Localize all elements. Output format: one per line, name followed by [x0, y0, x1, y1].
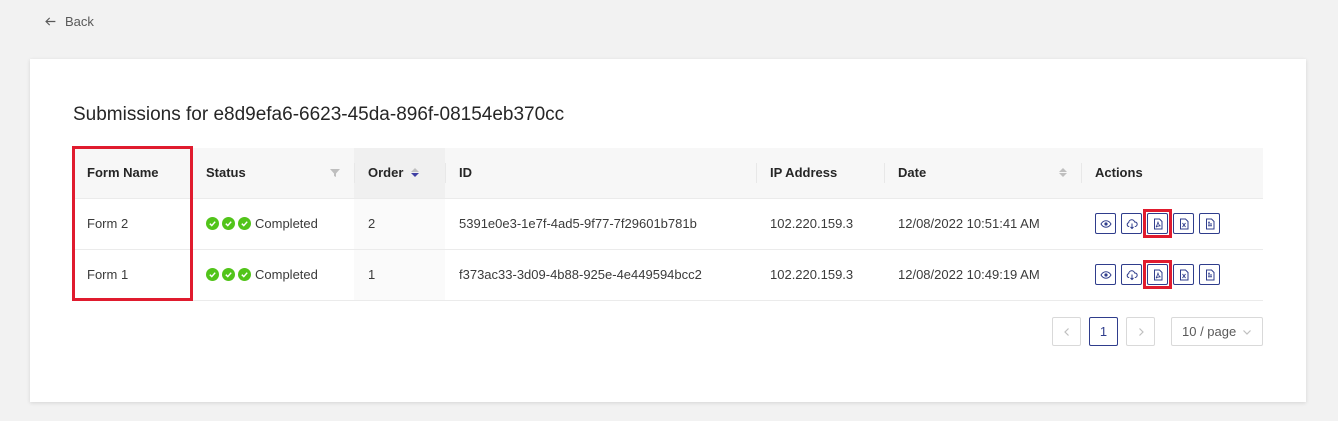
chevron-down-icon	[1243, 329, 1251, 335]
check-circle-icon	[238, 217, 251, 230]
view-button[interactable]	[1095, 213, 1116, 234]
check-circle-icon	[206, 217, 219, 230]
id-cell: f373ac33-3d09-4b88-925e-4e449594bcc2	[445, 249, 756, 301]
arrow-left-icon	[45, 17, 56, 26]
date-cell: 12/08/2022 10:51:41 AM	[884, 198, 1081, 250]
file-text-icon	[1205, 269, 1214, 280]
eye-icon	[1099, 219, 1112, 228]
table-row: Form 2 Completed 2 5391e0e3-1e7f-4ad5-9f…	[73, 198, 1263, 250]
column-header-form-name: Form Name	[73, 148, 192, 199]
chevron-left-icon	[1063, 327, 1069, 336]
filter-icon[interactable]	[330, 168, 340, 178]
export-pdf-button[interactable]	[1143, 209, 1172, 238]
submissions-table: Form Name Status Order ID IP Address Dat…	[73, 148, 1263, 301]
status-cell: Completed	[192, 198, 354, 250]
page-button-current[interactable]: 1	[1089, 317, 1118, 346]
export-pdf-button[interactable]	[1143, 260, 1172, 289]
export-text-button[interactable]	[1199, 264, 1220, 285]
check-circle-icon	[238, 268, 251, 281]
file-pdf-icon	[1153, 218, 1162, 229]
sort-icon[interactable]	[411, 168, 420, 178]
table-header-row: Form Name Status Order ID IP Address Dat…	[73, 148, 1263, 199]
file-pdf-icon	[1153, 269, 1162, 280]
check-circle-icon	[206, 268, 219, 281]
status-label: Completed	[255, 267, 318, 282]
pagination: 1 10 / page	[1052, 317, 1263, 346]
prev-page-button[interactable]	[1052, 317, 1081, 346]
actions-cell	[1081, 198, 1263, 250]
check-circle-icon	[222, 217, 235, 230]
actions-cell	[1081, 249, 1263, 301]
page-size-value: 10 / page	[1182, 324, 1237, 339]
status-cell: Completed	[192, 249, 354, 301]
page-title: Submissions for e8d9efa6-6623-45da-896f-…	[73, 104, 565, 125]
check-circle-icon	[222, 268, 235, 281]
column-header-id: ID	[445, 148, 756, 199]
ip-cell: 102.220.159.3	[756, 249, 884, 301]
column-header-ip: IP Address	[756, 148, 884, 199]
date-cell: 12/08/2022 10:49:19 AM	[884, 249, 1081, 301]
next-page-button[interactable]	[1126, 317, 1155, 346]
chevron-right-icon	[1138, 327, 1144, 336]
download-button[interactable]	[1121, 264, 1142, 285]
eye-icon	[1099, 270, 1112, 279]
file-excel-icon	[1179, 218, 1188, 229]
download-button[interactable]	[1121, 213, 1142, 234]
table-row: Form 1 Completed 1 f373ac33-3d09-4b88-92…	[73, 249, 1263, 301]
column-header-order[interactable]: Order	[354, 148, 445, 199]
cloud-download-icon	[1126, 218, 1138, 229]
submissions-card: Submissions for e8d9efa6-6623-45da-896f-…	[30, 59, 1306, 402]
file-excel-icon	[1179, 269, 1188, 280]
column-header-actions: Actions	[1081, 148, 1263, 199]
status-label: Completed	[255, 216, 318, 231]
column-header-date[interactable]: Date	[884, 148, 1081, 199]
column-header-status[interactable]: Status	[192, 148, 354, 199]
export-excel-button[interactable]	[1173, 213, 1194, 234]
cloud-download-icon	[1126, 269, 1138, 280]
export-excel-button[interactable]	[1173, 264, 1194, 285]
order-cell: 2	[354, 198, 445, 250]
form-name-cell: Form 1	[73, 249, 192, 301]
export-text-button[interactable]	[1199, 213, 1220, 234]
file-text-icon	[1205, 218, 1214, 229]
order-cell: 1	[354, 249, 445, 301]
form-name-cell: Form 2	[73, 198, 192, 250]
back-link[interactable]: Back	[44, 14, 94, 29]
page-size-select[interactable]: 10 / page	[1171, 317, 1263, 346]
back-label: Back	[65, 14, 94, 29]
view-button[interactable]	[1095, 264, 1116, 285]
id-cell: 5391e0e3-1e7f-4ad5-9f77-7f29601b781b	[445, 198, 756, 250]
ip-cell: 102.220.159.3	[756, 198, 884, 250]
sort-icon[interactable]	[1059, 168, 1067, 178]
